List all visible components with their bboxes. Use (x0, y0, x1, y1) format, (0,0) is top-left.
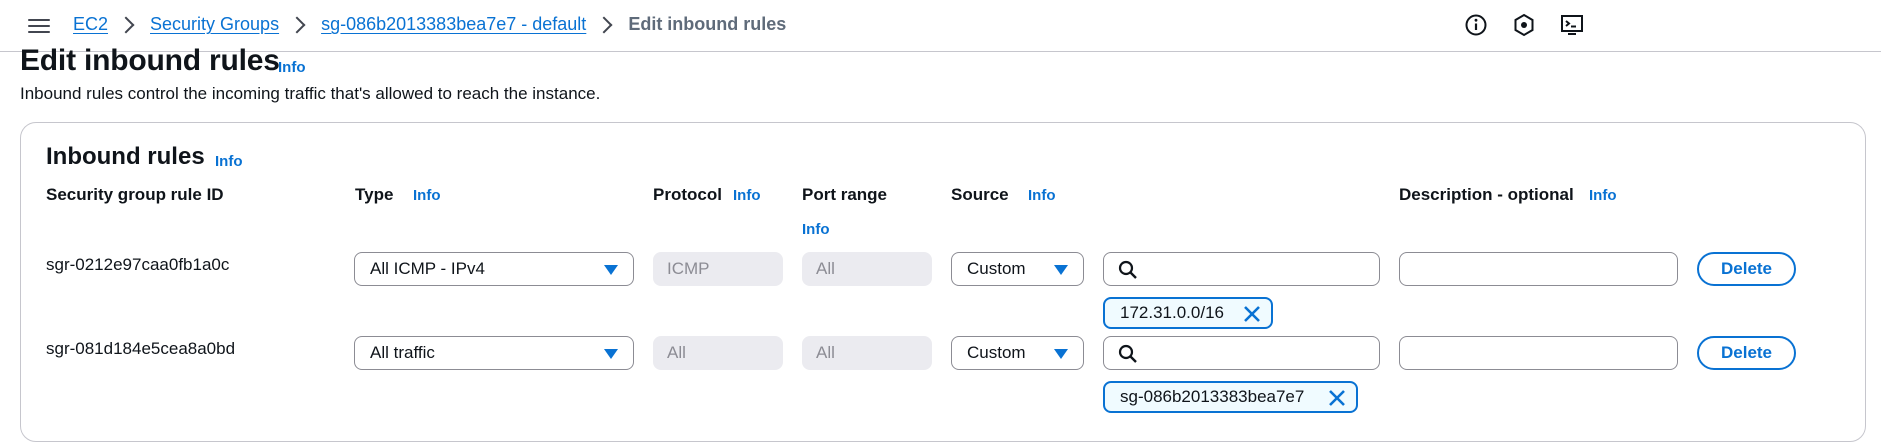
inbound-rules-panel: Inbound rules Info Security group rule I… (20, 122, 1866, 442)
protocol-field-1: ICMP (653, 252, 783, 286)
port-range-field-2: All (802, 336, 932, 370)
rule-id-1: sgr-0212e97caa0fb1a0c (46, 255, 230, 274)
page-title: Edit inbound rules (20, 44, 280, 77)
delete-button-2[interactable]: Delete (1697, 336, 1796, 370)
panel-info-link[interactable]: Info (215, 153, 243, 170)
caret-down-icon (1054, 349, 1068, 359)
info-circle-icon[interactable] (1463, 12, 1489, 38)
delete-button-1[interactable]: Delete (1697, 252, 1796, 286)
description-input-2[interactable] (1399, 336, 1678, 370)
caret-down-icon (604, 349, 618, 359)
source-select-1[interactable]: Custom (951, 252, 1084, 286)
type-info-link[interactable]: Info (413, 187, 441, 204)
panel-title: Inbound rules (46, 143, 205, 170)
close-icon[interactable] (1328, 389, 1346, 407)
source-search-input-1[interactable] (1103, 252, 1380, 286)
breadcrumb-security-group[interactable]: sg-086b2013383bea7e7 - default (321, 14, 586, 35)
source-select-value: Custom (967, 259, 1026, 278)
chevron-right-icon (595, 16, 613, 33)
breadcrumb-current: Edit inbound rules (628, 14, 787, 34)
source-search-input-2[interactable] (1103, 336, 1380, 370)
type-select-2[interactable]: All traffic (354, 336, 634, 370)
security-hexagon-icon[interactable] (1511, 12, 1537, 38)
column-header-type: Type (355, 185, 394, 204)
source-token-value: 172.31.0.0/16 (1120, 303, 1224, 322)
source-select-value: Custom (967, 343, 1026, 362)
column-header-protocol: Protocol (653, 185, 722, 204)
close-icon[interactable] (1243, 305, 1261, 323)
chevron-right-icon (288, 16, 306, 33)
breadcrumb-ec2[interactable]: EC2 (73, 14, 108, 35)
column-header-port-range: Port range (802, 185, 888, 204)
source-info-link[interactable]: Info (1028, 187, 1056, 204)
port-range-info-link[interactable]: Info (802, 221, 830, 238)
column-header-description: Description - optional (1399, 185, 1574, 204)
cloudshell-icon[interactable] (1559, 12, 1585, 38)
type-select-1[interactable]: All ICMP - IPv4 (354, 252, 634, 286)
port-range-field-1: All (802, 252, 932, 286)
column-header-rule-id: Security group rule ID (46, 185, 224, 204)
chevron-right-icon (117, 16, 135, 33)
description-input-1[interactable] (1399, 252, 1678, 286)
page-description: Inbound rules control the incoming traff… (20, 84, 601, 103)
source-token-2: sg-086b2013383bea7e7 (1103, 381, 1358, 413)
protocol-field-2: All (653, 336, 783, 370)
type-select-value: All ICMP - IPv4 (370, 259, 485, 278)
source-select-2[interactable]: Custom (951, 336, 1084, 370)
top-navigation: EC2 Security Groups sg-086b2013383bea7e7… (0, 0, 1881, 52)
source-token-1: 172.31.0.0/16 (1103, 297, 1273, 329)
caret-down-icon (1054, 265, 1068, 275)
rule-id-2: sgr-081d184e5cea8a0bd (46, 339, 236, 358)
breadcrumb-security-groups[interactable]: Security Groups (150, 14, 279, 35)
type-select-value: All traffic (370, 343, 435, 362)
source-token-value: sg-086b2013383bea7e7 (1120, 387, 1305, 406)
breadcrumb: EC2 Security Groups sg-086b2013383bea7e7… (73, 14, 786, 35)
protocol-info-link[interactable]: Info (733, 187, 761, 204)
page-info-link[interactable]: Info (278, 59, 306, 76)
column-header-source: Source (951, 185, 1009, 204)
search-icon (1118, 344, 1137, 363)
search-icon (1118, 260, 1137, 279)
caret-down-icon (604, 265, 618, 275)
description-info-link[interactable]: Info (1589, 187, 1617, 204)
menu-icon[interactable] (28, 15, 50, 35)
